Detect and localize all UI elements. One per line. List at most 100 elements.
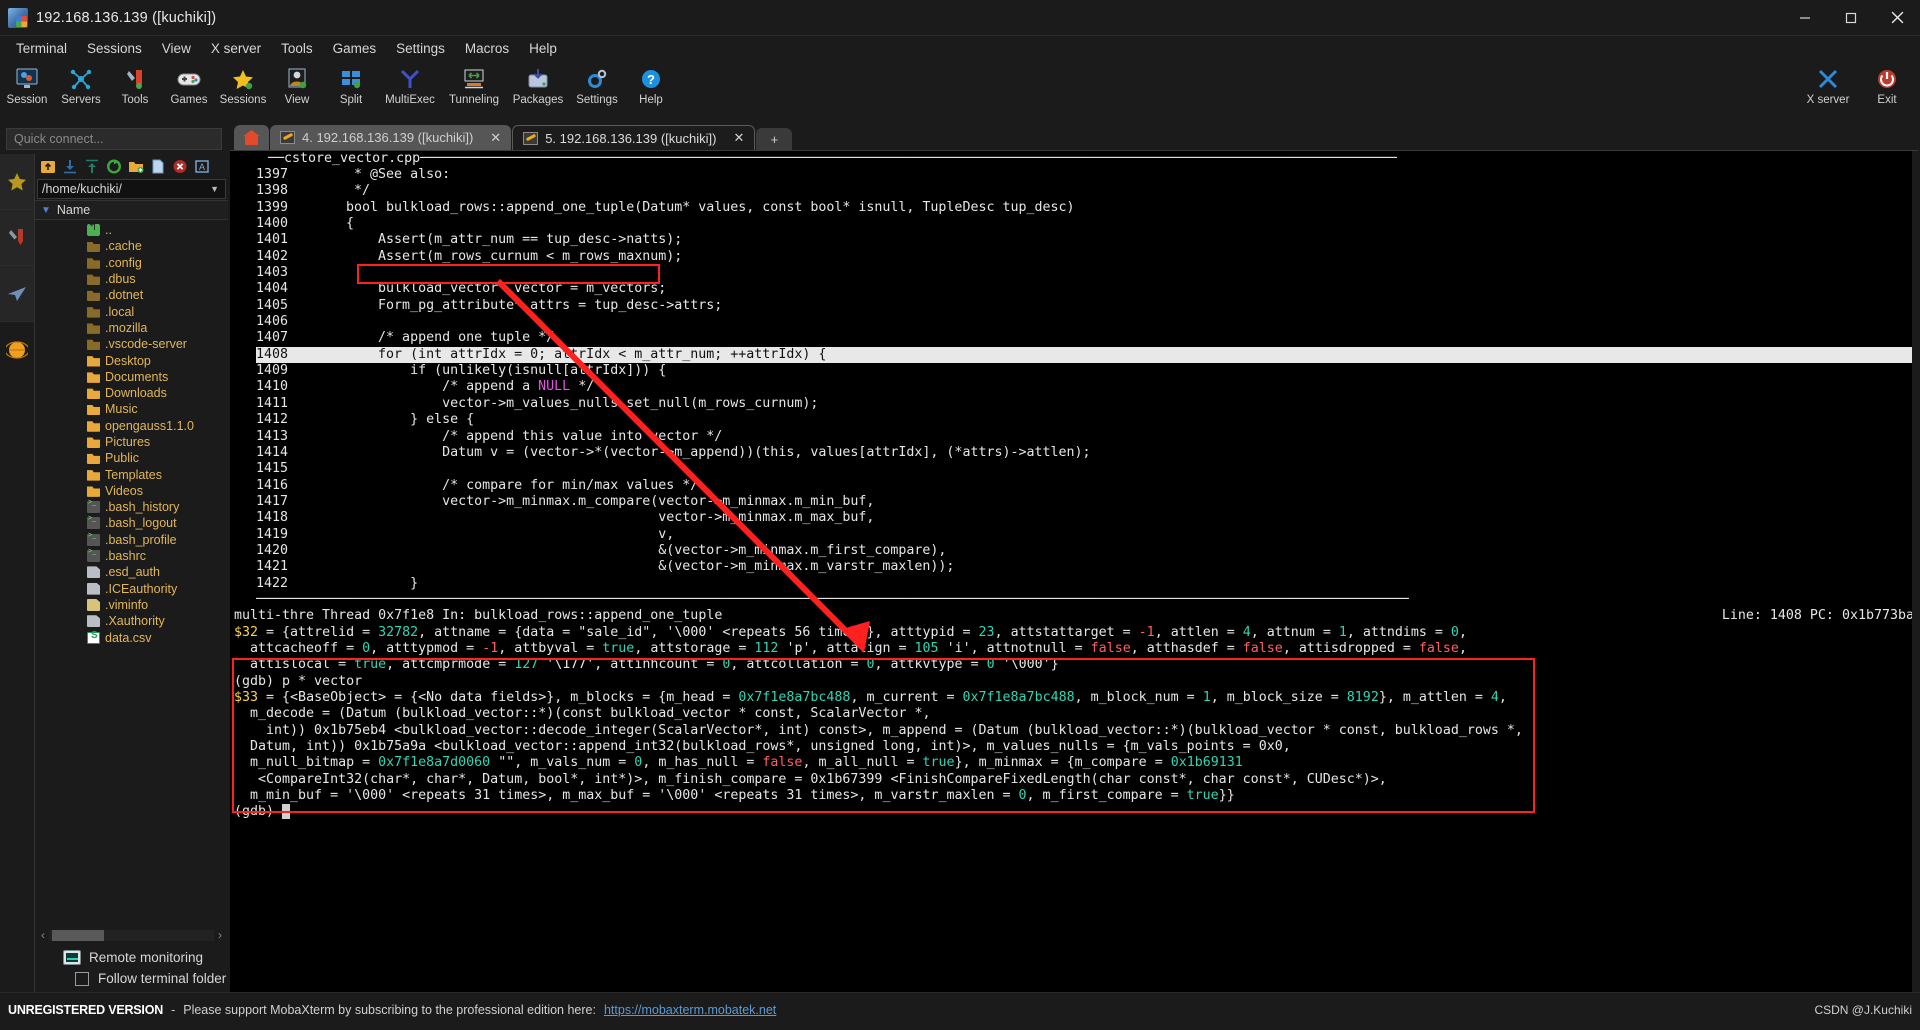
list-item[interactable]: .Xauthority	[35, 613, 228, 629]
tab-bar: 4. 192.168.136.139 ([kuchiki]) ✕ 5. 192.…	[228, 122, 1920, 150]
terminal-view[interactable]: ── cstore_vector.cpp ─────────────────────…	[230, 150, 1918, 992]
toolbar-tunneling-button[interactable]: Tunneling	[442, 63, 506, 106]
list-item[interactable]: opengauss1.1.0	[35, 418, 228, 434]
list-item[interactable]: Music	[35, 401, 228, 417]
go-up-icon[interactable]	[38, 156, 58, 176]
list-item[interactable]: .dbus	[35, 271, 228, 287]
maximize-button[interactable]	[1828, 0, 1874, 36]
scrollbar-track[interactable]	[49, 929, 214, 941]
quick-connect-input[interactable]: Quick connect...	[6, 128, 222, 150]
follow-terminal-folder-checkbox[interactable]: Follow terminal folder	[35, 971, 228, 986]
menu-macros[interactable]: Macros	[455, 38, 519, 59]
list-item[interactable]: Videos	[35, 483, 228, 499]
line-number: 1411	[256, 395, 289, 411]
toolbar-exit-button[interactable]: Exit	[1860, 63, 1914, 106]
list-item[interactable]: Public	[35, 450, 228, 466]
list-item[interactable]: .bash_profile	[35, 532, 228, 548]
list-item[interactable]: .config	[35, 255, 228, 271]
tab-home[interactable]	[234, 125, 269, 150]
list-item[interactable]: Pictures	[35, 434, 228, 450]
tab-session-5[interactable]: 5. 192.168.136.139 ([kuchiki]) ✕	[512, 125, 756, 150]
list-item[interactable]: .cache	[35, 238, 228, 254]
line-text: /* append a NULL */	[314, 379, 595, 395]
list-item[interactable]: .esd_auth	[35, 564, 228, 580]
toolbar-games-button[interactable]: Games	[162, 63, 216, 106]
menu-terminal[interactable]: Terminal	[6, 38, 77, 59]
scroll-right-icon[interactable]: ›	[218, 928, 222, 942]
gdb-prompt-current[interactable]: (gdb)	[234, 804, 1918, 820]
toolbar-packages-button[interactable]: Packages	[506, 63, 570, 106]
list-item[interactable]: .ICEauthority	[35, 581, 228, 597]
toolbar-multiexec-button[interactable]: MultiExec	[378, 63, 442, 106]
sidebar-rail	[0, 154, 34, 992]
list-item[interactable]: .bash_history	[35, 499, 228, 515]
minimize-button[interactable]	[1782, 0, 1828, 36]
tunneling-icon	[462, 66, 486, 92]
new-folder-icon[interactable]	[126, 156, 146, 176]
select-icon[interactable]: A	[192, 156, 212, 176]
menu-sessions[interactable]: Sessions	[77, 38, 152, 59]
delete-icon[interactable]	[170, 156, 190, 176]
list-item[interactable]: .viminfo	[35, 597, 228, 613]
chevron-down-icon[interactable]: ▼	[210, 184, 221, 194]
menu-x-server[interactable]: X server	[201, 38, 271, 59]
close-icon[interactable]: ✕	[490, 130, 501, 146]
menu-settings[interactable]: Settings	[386, 38, 455, 59]
terminal-scrollbar[interactable]	[1912, 151, 1918, 992]
horizontal-scrollbar[interactable]: ‹ ›	[41, 928, 222, 942]
menu-help[interactable]: Help	[519, 38, 567, 59]
file-list-column-header[interactable]: ▼ Name	[35, 200, 228, 220]
line-text: } else {	[314, 412, 475, 428]
toolbar-settings-button[interactable]: Settings	[570, 63, 624, 106]
rail-globe-button[interactable]	[0, 322, 34, 378]
new-tab-button[interactable]: +	[756, 128, 793, 150]
close-button[interactable]	[1874, 0, 1920, 36]
rail-tools-button[interactable]	[0, 210, 34, 266]
toolbar-help-button[interactable]: ? Help	[624, 63, 678, 106]
tab-session-4[interactable]: 4. 192.168.136.139 ([kuchiki]) ✕	[270, 125, 512, 150]
list-item[interactable]: Downloads	[35, 385, 228, 401]
list-item[interactable]: Desktop	[35, 352, 228, 368]
list-item[interactable]: .bash_logout	[35, 515, 228, 531]
menu-tools[interactable]: Tools	[271, 38, 323, 59]
download-icon[interactable]	[60, 156, 80, 176]
list-item[interactable]: Templates	[35, 466, 228, 482]
menu-view[interactable]: View	[152, 38, 201, 59]
toolbar-servers-button[interactable]: Servers	[54, 63, 108, 106]
menu-games[interactable]: Games	[323, 38, 387, 59]
close-icon[interactable]: ✕	[733, 130, 744, 146]
list-item[interactable]: .local	[35, 303, 228, 319]
list-item[interactable]: .vscode-server	[35, 336, 228, 352]
list-item[interactable]: data.csv	[35, 629, 228, 645]
rail-favorites-button[interactable]	[0, 154, 34, 210]
list-item[interactable]: Documents	[35, 369, 228, 385]
mobaxterm-link[interactable]: https://mobaxterm.mobatek.net	[604, 1003, 776, 1017]
toolbar-x-server-button[interactable]: X server	[1796, 63, 1860, 106]
rail-send-button[interactable]	[0, 266, 34, 322]
list-item[interactable]: .dotnet	[35, 287, 228, 303]
list-item[interactable]: .bashrc	[35, 548, 228, 564]
line-text: if (unlikely(isnull[attrIdx])) {	[314, 363, 667, 379]
line-text: }	[314, 575, 419, 591]
scrollbar-thumb[interactable]	[52, 929, 104, 941]
list-item[interactable]: ..	[35, 220, 228, 238]
toolbar-session-button[interactable]: Session	[0, 63, 54, 106]
toolbar-tools-button[interactable]: Tools	[108, 63, 162, 106]
line-number: 1418	[256, 510, 289, 526]
upload-icon[interactable]	[82, 156, 102, 176]
code-line: 1415	[256, 461, 1918, 477]
scroll-left-icon[interactable]: ‹	[41, 928, 45, 942]
path-bar[interactable]: /home/kuchiki/ ▼	[37, 179, 226, 199]
list-item[interactable]: .mozilla	[35, 320, 228, 336]
remote-monitoring-button[interactable]: Remote monitoring	[35, 944, 228, 971]
toolbar-view-button[interactable]: View	[270, 63, 324, 106]
toolbar-split-button[interactable]: Split	[324, 63, 378, 106]
new-file-icon[interactable]	[148, 156, 168, 176]
monitor-icon	[63, 950, 81, 965]
checkbox-icon[interactable]	[75, 971, 89, 986]
sftp-panel: A /home/kuchiki/ ▼ ▼ Name .. .cache .con…	[34, 154, 228, 992]
refresh-icon[interactable]	[104, 156, 124, 176]
file-list[interactable]: .. .cache .config .dbus .dotnet .local .…	[35, 220, 228, 926]
gdb-line: int)) 0x1b75eb4 <bulkload_vector::decode…	[234, 722, 1523, 738]
toolbar-sessions-button[interactable]: Sessions	[216, 63, 270, 106]
